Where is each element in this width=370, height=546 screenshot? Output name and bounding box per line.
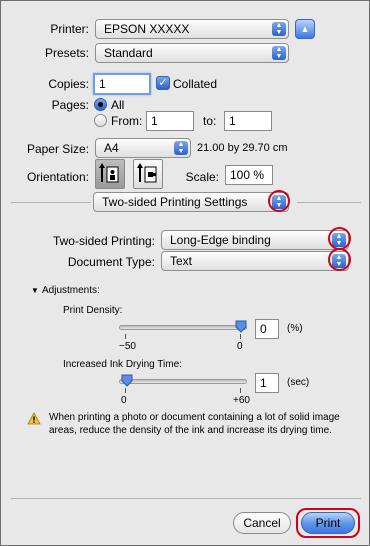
popup-arrows-icon: ▲ ▼ xyxy=(272,46,286,60)
drying-time-min-label: 0 xyxy=(121,395,127,406)
print-density-min-label: −50 xyxy=(119,341,136,352)
document-type-label: Document Type: xyxy=(67,255,155,269)
printer-value: EPSON XXXXX xyxy=(104,22,190,36)
print-density-track[interactable] xyxy=(119,325,247,330)
drying-time-track[interactable] xyxy=(119,379,247,384)
pages-label: Pages: xyxy=(51,98,89,112)
collated-label: Collated xyxy=(173,77,218,91)
copies-label: Copies: xyxy=(48,77,89,91)
print-density-unit: (%) xyxy=(287,323,303,334)
drying-time-slider-thumb[interactable] xyxy=(121,374,133,387)
pages-all-label: All xyxy=(111,98,125,112)
section-menu-popup[interactable]: Two-sided Printing Settings ▲ ▼ xyxy=(93,192,289,212)
paper-size-label: Paper Size: xyxy=(26,142,89,156)
document-type-popup[interactable]: Text ▲ ▼ xyxy=(161,251,349,271)
drying-time-max-label: +60 xyxy=(233,395,250,406)
presets-value: Standard xyxy=(104,46,153,60)
section-divider-left xyxy=(11,202,91,203)
print-density-input[interactable]: 0 xyxy=(255,319,279,339)
popup-arrows-icon: ▲ ▼ xyxy=(174,141,188,155)
two-sided-label: Two-sided Printing: xyxy=(52,234,155,248)
drying-time-ticks xyxy=(119,388,247,394)
print-density-label: Print Density: xyxy=(63,305,123,316)
two-sided-value: Long-Edge binding xyxy=(170,233,271,247)
cancel-button[interactable]: Cancel xyxy=(233,512,291,534)
highlight-circle xyxy=(268,190,290,212)
pages-from-label: From: xyxy=(111,114,143,128)
pages-to-input[interactable]: 1 xyxy=(224,111,272,131)
slider-thumb-icon xyxy=(121,374,133,387)
highlight-circle xyxy=(328,248,351,271)
highlight-rect xyxy=(296,508,360,538)
printer-label: Printer: xyxy=(50,22,89,36)
scale-label: Scale: xyxy=(185,170,219,184)
highlight-circle xyxy=(328,227,351,250)
copies-input[interactable]: 1 xyxy=(93,73,151,95)
pages-all-radio[interactable] xyxy=(94,98,107,111)
print-density-slider-thumb[interactable] xyxy=(235,320,247,333)
printer-popup[interactable]: EPSON XXXXX ▲ ▼ xyxy=(95,19,289,39)
landscape-button[interactable] xyxy=(133,159,163,189)
landscape-orientation-icon xyxy=(137,163,157,183)
portrait-button[interactable] xyxy=(95,159,125,189)
drying-time-input[interactable]: 1 xyxy=(255,373,279,393)
warning-text: When printing a photo or document contai… xyxy=(49,412,340,436)
section-menu-value: Two-sided Printing Settings xyxy=(102,195,248,209)
paper-dimensions: 21.00 by 29.70 cm xyxy=(197,142,288,154)
collated-checkbox[interactable]: ✓ xyxy=(156,76,170,90)
paper-size-popup[interactable]: A4 ▲ ▼ xyxy=(95,138,191,158)
warning-icon xyxy=(27,412,41,425)
disclosure-button[interactable]: ▲ xyxy=(295,19,315,39)
presets-label: Presets: xyxy=(44,46,89,60)
print-density-max-label: 0 xyxy=(237,341,243,352)
section-divider-right xyxy=(297,202,361,203)
scale-input[interactable]: 100 % xyxy=(225,165,273,185)
orientation-label: Orientation: xyxy=(26,170,89,184)
pages-from-input[interactable]: 1 xyxy=(146,111,194,131)
print-dialog: Printer: EPSON XXXXX ▲ ▼ ▲ Presets: Stand… xyxy=(0,0,370,546)
paper-size-value: A4 xyxy=(104,141,119,155)
drying-time-label: Increased Ink Drying Time: xyxy=(63,359,182,370)
pages-to-label: to: xyxy=(203,114,217,128)
print-density-ticks xyxy=(119,334,247,340)
adjustments-label: Adjustments: xyxy=(42,285,100,296)
document-type-value: Text xyxy=(170,254,193,268)
two-sided-popup[interactable]: Long-Edge binding ▲ ▼ xyxy=(161,230,349,250)
slider-thumb-icon xyxy=(235,320,247,333)
disclosure-triangle-icon[interactable]: ▼ xyxy=(31,286,39,295)
bottom-divider xyxy=(11,498,361,499)
drying-time-unit: (sec) xyxy=(287,377,310,388)
portrait-orientation-icon xyxy=(99,163,119,183)
presets-popup[interactable]: Standard ▲ ▼ xyxy=(95,43,289,63)
pages-from-radio[interactable] xyxy=(94,114,107,127)
checkmark-icon: ✓ xyxy=(158,77,168,89)
disclosure-up-icon: ▲ xyxy=(300,24,310,34)
popup-arrows-icon: ▲ ▼ xyxy=(272,22,286,36)
